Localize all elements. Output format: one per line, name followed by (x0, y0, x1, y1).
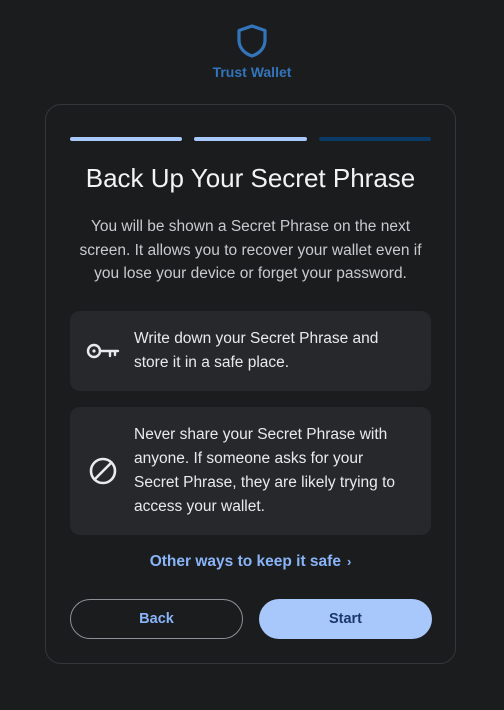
progress-step (194, 137, 307, 141)
block-icon (86, 456, 120, 486)
progress-step (318, 137, 431, 141)
tip-text: Never share your Secret Phrase with anyo… (134, 426, 396, 515)
brand-header: Trust Wallet (0, 24, 504, 80)
back-button[interactable]: Back (70, 599, 243, 639)
shield-icon (0, 24, 504, 58)
tip-text: Write down your Secret Phrase and store … (134, 330, 379, 371)
page-description: You will be shown a Secret Phrase on the… (79, 218, 422, 282)
tip-write-down: Write down your Secret Phrase and store … (70, 311, 431, 391)
other-ways-link-label: Other ways to keep it safe (149, 553, 341, 570)
backup-card: Back Up Your Secret Phrase You will be s… (45, 104, 456, 664)
tip-never-share: Never share your Secret Phrase with anyo… (70, 407, 431, 535)
progress-bar (70, 137, 431, 141)
start-button[interactable]: Start (259, 599, 432, 639)
chevron-right-icon: › (346, 554, 352, 569)
page-title: Back Up Your Secret Phrase (85, 163, 416, 193)
progress-step (70, 137, 183, 141)
key-icon (86, 341, 120, 361)
brand-name: Trust Wallet (212, 64, 292, 80)
other-ways-link[interactable]: Other ways to keep it safe › (46, 553, 455, 571)
